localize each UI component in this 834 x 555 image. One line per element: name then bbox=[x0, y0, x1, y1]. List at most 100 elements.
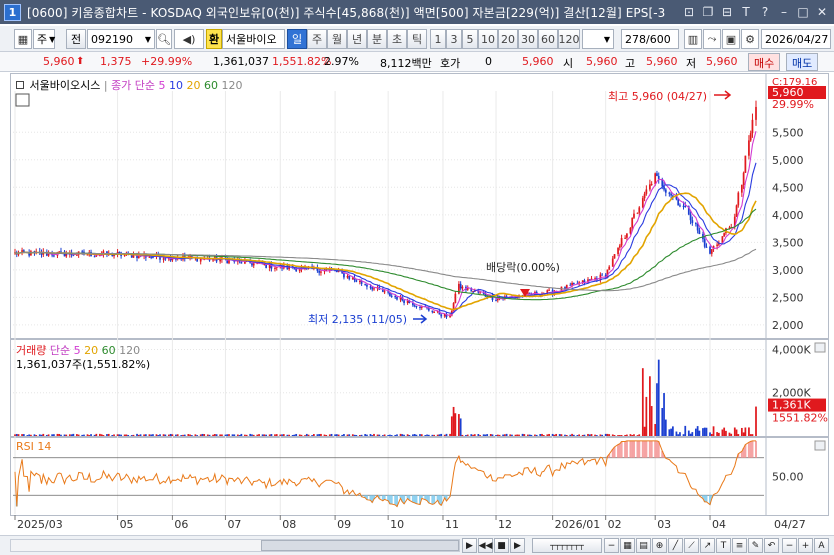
period-week-button[interactable]: 주 bbox=[307, 29, 327, 49]
interval-20-button[interactable]: 20 bbox=[498, 29, 518, 49]
candle-body bbox=[638, 207, 641, 213]
chart-area[interactable]: 2,000 2,500 3,000 3,500 4,000 4,500 5,000 5,500… bbox=[10, 73, 830, 534]
volume-bar bbox=[611, 434, 614, 436]
close-icon[interactable]: ✕ bbox=[814, 4, 830, 20]
text-tool-icon[interactable]: T bbox=[716, 538, 731, 553]
chart-scrollbar[interactable] bbox=[10, 539, 460, 552]
period-tick-button[interactable]: 틱 bbox=[407, 29, 427, 49]
candle-body bbox=[86, 254, 89, 256]
mode-button[interactable]: 전 bbox=[66, 29, 86, 49]
volume-bar bbox=[95, 433, 98, 436]
candle-body bbox=[664, 189, 667, 193]
period-minute-button[interactable]: 분 bbox=[367, 29, 387, 49]
volume-bar bbox=[252, 434, 255, 436]
search-icon[interactable]: 🔍︎ bbox=[156, 29, 172, 49]
chart-type-icon[interactable]: ▥ bbox=[684, 29, 702, 49]
period-year-button[interactable]: 년 bbox=[347, 29, 367, 49]
settings-icon[interactable]: ⚙ bbox=[741, 29, 759, 49]
interval-10-button[interactable]: 10 bbox=[478, 29, 498, 49]
candle-body bbox=[76, 254, 78, 256]
help-icon[interactable]: ? bbox=[757, 4, 773, 20]
volume-bar bbox=[390, 435, 393, 436]
grid-view-icon[interactable]: ▦ bbox=[620, 538, 635, 553]
volume-bar bbox=[473, 434, 476, 436]
fast-back-icon[interactable]: ◀◀ bbox=[478, 538, 493, 553]
volume-bar bbox=[65, 434, 68, 436]
volume-bar bbox=[631, 434, 634, 436]
crosshair-icon[interactable]: ⊕ bbox=[652, 538, 667, 553]
volume-bar bbox=[162, 434, 165, 436]
draw-tool-icon[interactable]: ⤳ bbox=[703, 29, 721, 49]
maximize-icon[interactable]: □ bbox=[795, 4, 811, 20]
count-field[interactable]: 278/600 bbox=[621, 29, 679, 49]
volume-bar bbox=[613, 435, 616, 436]
scrollbar-thumb[interactable] bbox=[261, 540, 459, 551]
volume-bar bbox=[735, 429, 738, 436]
buy-button[interactable]: 매수 bbox=[748, 53, 781, 71]
volume-bar bbox=[120, 434, 122, 436]
line-tool-icon[interactable]: ╱ bbox=[668, 538, 683, 553]
interval-120-button[interactable]: 120 bbox=[558, 29, 580, 49]
volume-bar bbox=[100, 434, 103, 436]
interval-30-button[interactable]: 30 bbox=[518, 29, 538, 49]
rsi-tick-label: 50.00 bbox=[772, 471, 804, 484]
date-field[interactable]: 2026/04/27 bbox=[761, 29, 831, 49]
save-icon[interactable]: ▣ bbox=[722, 29, 740, 49]
volume-bar bbox=[376, 434, 379, 436]
period-month-button[interactable]: 월 bbox=[327, 29, 347, 49]
volume-bar bbox=[111, 435, 114, 436]
speaker-icon[interactable]: ◀) bbox=[174, 29, 204, 49]
fast-forward-icon[interactable]: ▶ bbox=[510, 538, 525, 553]
x-tick-label: 05 bbox=[120, 518, 134, 531]
interval-3-button[interactable]: 3 bbox=[446, 29, 462, 49]
fib-tool-icon[interactable]: ≡ bbox=[732, 538, 747, 553]
auto-scale-icon[interactable]: A bbox=[814, 538, 829, 553]
erase-tool-icon[interactable]: ✎ bbox=[748, 538, 763, 553]
volume-bar bbox=[305, 433, 308, 436]
undo-icon[interactable]: ↶ bbox=[764, 538, 779, 553]
period-day-button[interactable]: 일 bbox=[287, 29, 307, 49]
menu-grid-icon[interactable]: ▦ bbox=[14, 29, 32, 49]
volume-bar bbox=[436, 434, 439, 436]
layout-icon[interactable]: ▤ bbox=[636, 538, 651, 553]
candle-body bbox=[755, 106, 757, 120]
stock-change-button[interactable]: 환 bbox=[206, 29, 222, 49]
window-title: [0600] 키움종합차트 - KOSDAQ 외국인보유[0(천)] 주식수[4… bbox=[27, 5, 666, 20]
stock-code-input[interactable]: 092190 ▼ bbox=[87, 29, 155, 49]
volume-bar bbox=[461, 434, 464, 436]
link-icon[interactable]: ⊟ bbox=[719, 4, 735, 20]
volume-bar bbox=[228, 434, 230, 436]
market-select[interactable]: 주 ▼ bbox=[33, 29, 55, 49]
trend-tool-icon[interactable]: ⟋ bbox=[684, 538, 699, 553]
interval-60-button[interactable]: 60 bbox=[538, 29, 558, 49]
scroll-right-icon[interactable]: ▶ bbox=[462, 538, 477, 553]
period-second-button[interactable]: 초 bbox=[387, 29, 407, 49]
interval-input[interactable]: ▼ bbox=[582, 29, 614, 49]
volume-bar bbox=[576, 435, 579, 436]
candle-body bbox=[431, 310, 434, 313]
arrow-tool-icon[interactable]: ↗ bbox=[700, 538, 715, 553]
candle-body bbox=[716, 244, 718, 246]
hoga-value: 0 bbox=[485, 55, 492, 68]
volume-bar bbox=[281, 434, 283, 436]
candle-body bbox=[571, 283, 573, 286]
zoom-minus-icon[interactable]: − bbox=[782, 538, 797, 553]
volume-bar bbox=[130, 435, 133, 436]
volume-bar bbox=[213, 434, 216, 436]
candle-body bbox=[274, 267, 276, 269]
candle-body bbox=[298, 269, 301, 272]
interval-5-button[interactable]: 5 bbox=[462, 29, 478, 49]
stop-icon[interactable]: ■ bbox=[494, 538, 509, 553]
zoom-out-icon[interactable]: − bbox=[604, 538, 619, 553]
interval-1-button[interactable]: 1 bbox=[430, 29, 446, 49]
sell-button[interactable]: 매도 bbox=[786, 53, 819, 71]
lock-icon[interactable]: ⊡ bbox=[681, 4, 697, 20]
copy-window-icon[interactable]: ❐ bbox=[700, 4, 716, 20]
volume-bar bbox=[270, 434, 273, 436]
price-chart-svg[interactable]: 2,000 2,500 3,000 3,500 4,000 4,500 5,000 5,500… bbox=[10, 73, 830, 534]
text-icon[interactable]: T bbox=[738, 4, 754, 20]
zoom-plus-icon[interactable]: + bbox=[798, 538, 813, 553]
minimize-icon[interactable]: – bbox=[776, 4, 792, 20]
zoom-slider[interactable]: ┬┬┬┬┬┬┬ bbox=[532, 538, 602, 553]
volume-bar bbox=[164, 434, 167, 436]
